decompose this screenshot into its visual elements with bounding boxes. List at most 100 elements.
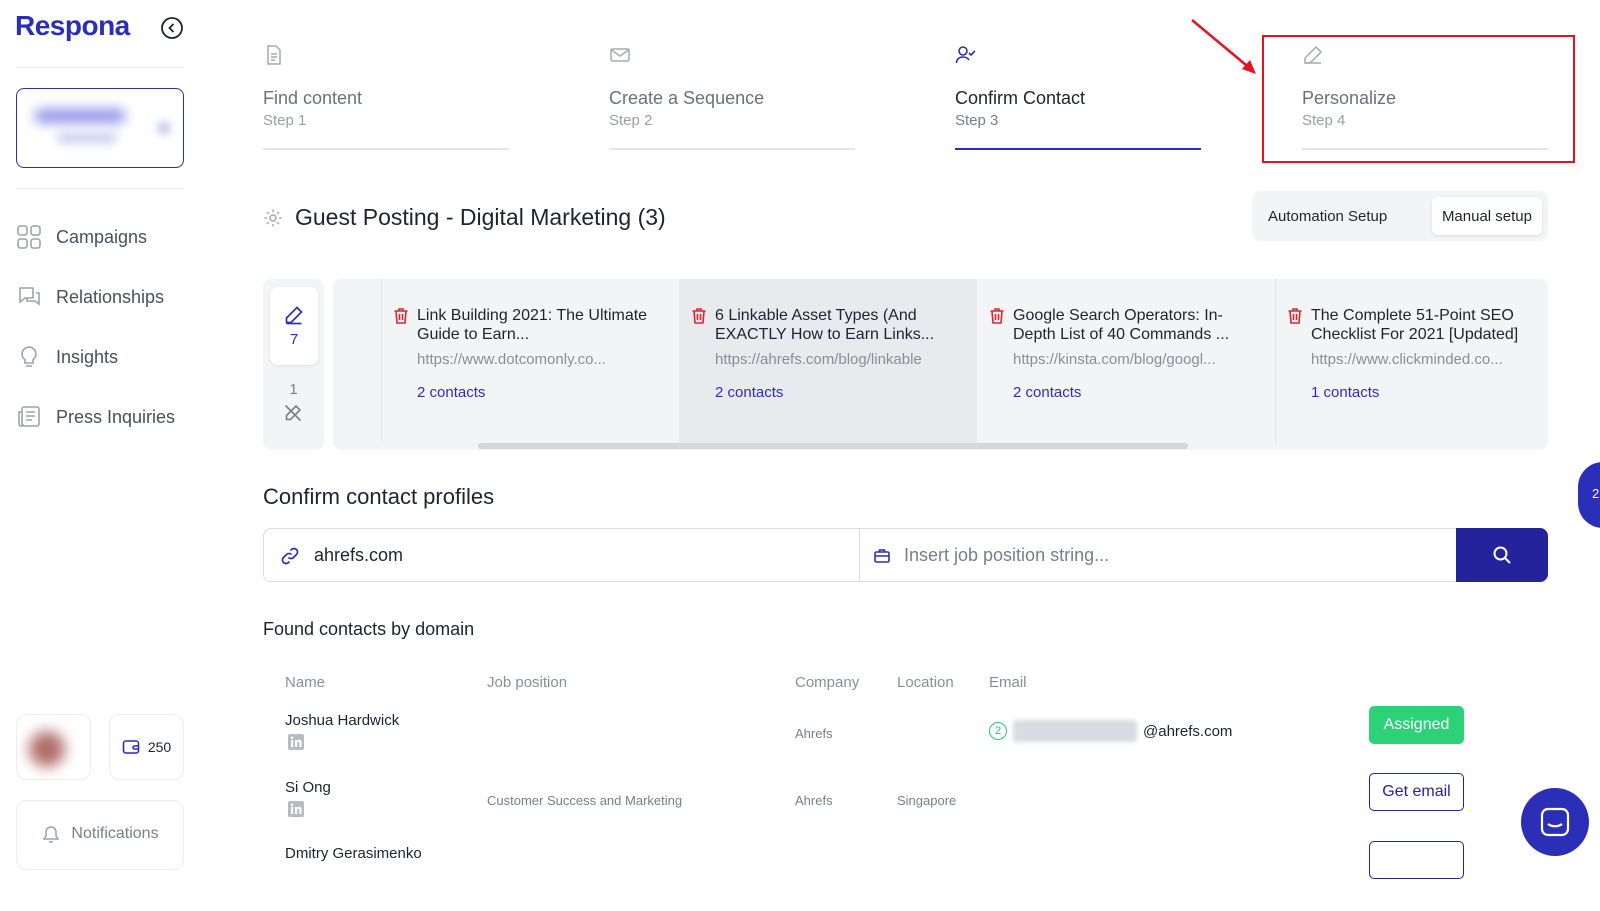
step-title: Create a Sequence (609, 88, 765, 108)
contacts-link[interactable]: 1 contacts (1311, 384, 1379, 401)
step-confirm-contact[interactable]: Confirm Contact Step 3 (955, 44, 1201, 152)
contact-email: 2 @ahrefs.com (989, 720, 1232, 742)
contact-job-position: Customer Success and Marketing (487, 793, 683, 808)
pager-active-count: 7 (289, 330, 299, 348)
setup-mode-toggle: Automation Setup Manual setup (1252, 191, 1548, 241)
workspace-switcher[interactable] (16, 88, 184, 168)
annotation-arrow (1191, 19, 1256, 74)
pager-other-count[interactable]: 1 (263, 381, 324, 398)
get-email-button[interactable] (1369, 841, 1464, 879)
step-title: Confirm Contact (955, 88, 1086, 108)
column-header-location: Location (897, 674, 954, 691)
contact-name: Joshua Hardwick (285, 712, 400, 729)
envelope-icon (609, 44, 855, 66)
briefcase-icon (873, 547, 891, 565)
contacts-link[interactable]: 2 contacts (715, 384, 783, 401)
step-title: Find content (263, 88, 363, 108)
content-url: https://ahrefs.com/blog/linkable (715, 351, 922, 368)
trash-icon[interactable] (393, 307, 409, 325)
sidebar-item-insights[interactable]: Insights (16, 342, 118, 372)
chat-bubble-icon (1538, 805, 1572, 839)
lightbulb-icon (16, 344, 42, 370)
content-card[interactable]: Google Search Operators: In-Depth List o… (977, 279, 1275, 443)
pencil-off-icon[interactable] (284, 404, 302, 422)
contact-company: Ahrefs (795, 793, 833, 808)
table-row: Si Ong Customer Success and Marketing Ah… (0, 773, 1600, 845)
content-card[interactable]: The Complete 51-Point SEO Checklist For … (1275, 279, 1548, 443)
content-title: The Complete 51-Point SEO Checklist For … (1311, 307, 1519, 343)
linkedin-icon[interactable] (288, 801, 304, 817)
step-progress-bar (955, 148, 1201, 150)
pager-active-tab[interactable]: 7 (270, 287, 318, 365)
step-number: Step 3 (955, 112, 999, 129)
step-number: Step 2 (609, 112, 653, 129)
search-icon (1492, 545, 1512, 565)
trash-icon[interactable] (989, 307, 1005, 325)
assigned-button[interactable]: Assigned (1369, 706, 1464, 744)
content-title: Link Building 2021: The Ultimate Guide t… (417, 307, 648, 343)
search-button[interactable] (1456, 528, 1548, 582)
link-icon (280, 546, 300, 566)
logo[interactable]: Respona (15, 10, 130, 42)
trash-icon[interactable] (1287, 307, 1303, 325)
sidebar-item-label: Campaigns (56, 226, 148, 247)
step-create-sequence[interactable]: Create a Sequence Step 2 (609, 44, 855, 152)
content-url: https://www.clickminded.co... (1311, 351, 1503, 368)
sidebar-item-label: Relationships (56, 286, 165, 307)
content-title: 6 Linkable Asset Types (And EXACTLY How … (715, 307, 935, 343)
divider (16, 67, 184, 68)
table-row: Dmitry Gerasimenko (0, 841, 1600, 911)
table-row: Joshua Hardwick Ahrefs 2 @ahrefs.com Ass… (0, 706, 1600, 778)
divider (859, 529, 860, 581)
content-url: https://kinsta.com/blog/googl... (1013, 351, 1216, 368)
redacted-email-local-part (1013, 720, 1137, 742)
column-header-job: Job position (487, 674, 568, 691)
annotation-highlight-box (1262, 35, 1575, 163)
email-count-badge: 2 (989, 722, 1007, 740)
side-help-bubble[interactable]: 2 (1578, 462, 1600, 528)
content-title: Google Search Operators: In-Depth List o… (1013, 307, 1230, 343)
content-pager: 7 1 (263, 279, 324, 450)
contacts-link[interactable]: 2 contacts (417, 384, 485, 401)
chat-launcher-button[interactable] (1521, 788, 1589, 856)
document-icon (263, 44, 509, 66)
step-number: Step 1 (263, 112, 307, 129)
contacts-link[interactable]: 2 contacts (1013, 384, 1081, 401)
sidebar-item-relationships[interactable]: Relationships (16, 282, 164, 312)
sidebar-item-label: Press Inquiries (56, 406, 176, 427)
email-domain: @ahrefs.com (1143, 722, 1233, 740)
step-progress-bar (609, 148, 855, 150)
content-card[interactable]: Link Building 2021: The Ultimate Guide t… (381, 279, 679, 443)
sidebar-item-press-inquiries[interactable]: Press Inquiries (16, 402, 175, 432)
content-card[interactable]: 6 Linkable Asset Types (And EXACTLY How … (679, 279, 977, 443)
manual-setup-option[interactable]: Manual setup (1431, 197, 1542, 235)
content-carousel: Link Building 2021: The Ultimate Guide t… (333, 279, 1548, 450)
contact-name: Si Ong (285, 779, 331, 796)
trash-icon[interactable] (691, 307, 707, 325)
step-progress-bar (263, 148, 509, 150)
sidebar-item-campaigns[interactable]: Campaigns (16, 222, 147, 252)
job-position-input[interactable] (904, 530, 1424, 580)
contact-search-bar (263, 528, 1548, 582)
column-header-email: Email (989, 674, 1027, 691)
horizontal-scrollbar[interactable] (478, 443, 1188, 449)
linkedin-icon[interactable] (288, 734, 304, 750)
content-url: https://www.dotcomonly.co... (417, 351, 606, 368)
column-header-company: Company (795, 674, 860, 691)
get-email-button[interactable]: Get email (1369, 773, 1464, 811)
collapse-sidebar-icon[interactable] (160, 16, 184, 40)
contact-location: Singapore (897, 793, 957, 808)
user-check-icon (955, 44, 1201, 66)
newspaper-icon (16, 404, 42, 430)
domain-input[interactable] (314, 530, 834, 580)
automation-setup-option[interactable]: Automation Setup (1258, 197, 1397, 235)
found-contacts-title: Found contacts by domain (263, 619, 475, 639)
contact-company: Ahrefs (795, 726, 833, 741)
sidebar-item-label: Insights (56, 346, 119, 367)
campaign-title: Guest Posting - Digital Marketing (3) (295, 204, 666, 230)
step-find-content[interactable]: Find content Step 1 (263, 44, 509, 152)
gear-icon[interactable] (263, 208, 283, 228)
divider (16, 188, 184, 189)
pencil-icon (284, 305, 304, 325)
column-header-name: Name (285, 674, 326, 691)
